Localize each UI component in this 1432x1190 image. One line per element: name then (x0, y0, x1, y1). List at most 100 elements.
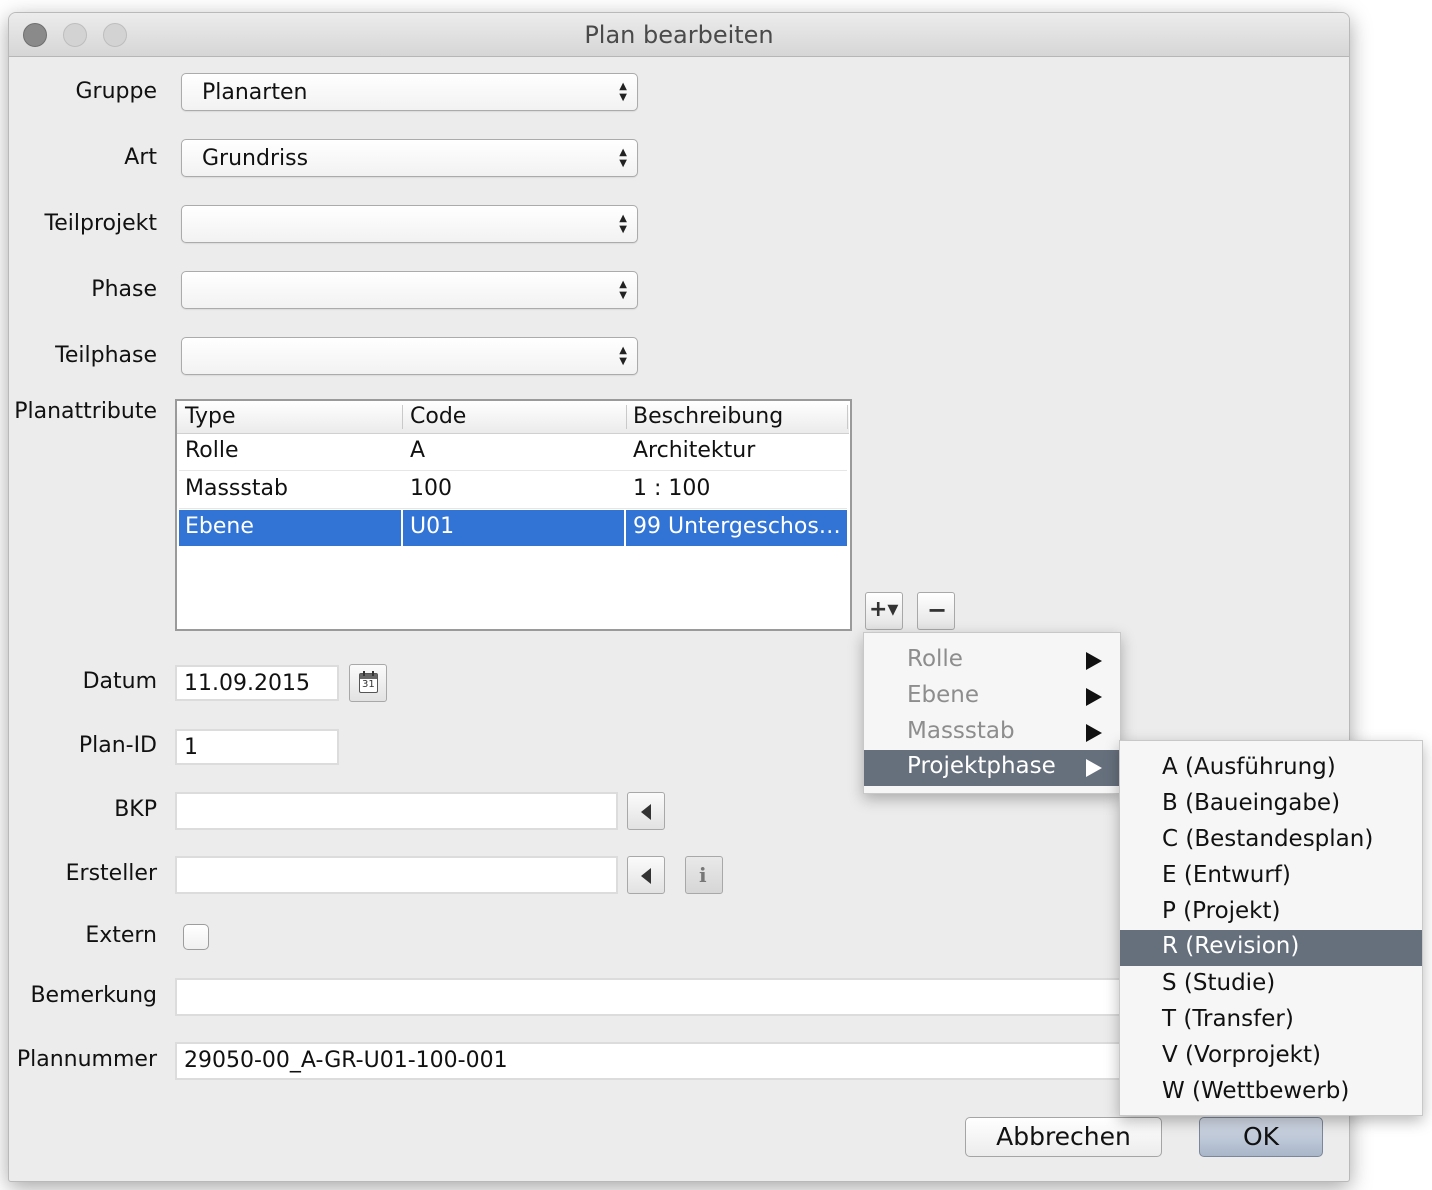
column-divider (847, 405, 848, 429)
column-header-type[interactable]: Type (185, 404, 236, 429)
gruppe-label: Gruppe (75, 79, 157, 104)
art-label: Art (124, 145, 157, 170)
bkp-select-button[interactable] (627, 792, 665, 830)
submenu-item-label: P (Projekt) (1162, 898, 1281, 924)
minus-icon: − (927, 596, 948, 624)
gruppe-select[interactable]: Planarten ▲ ▼ (181, 73, 638, 111)
cell-beschreibung: 99 Untergeschos… (633, 514, 841, 539)
submenu-item-label: W (Wettbewerb) (1162, 1078, 1350, 1104)
column-divider[interactable] (626, 405, 627, 429)
submenu-item-a[interactable]: A (Ausführung) (1120, 751, 1422, 787)
phase-label: Phase (91, 277, 157, 302)
plan-id-label: Plan-ID (78, 733, 157, 758)
cell-divider (401, 510, 403, 546)
calendar-button[interactable]: 31 (349, 664, 387, 702)
datum-value: 11.09.2015 (184, 671, 310, 696)
teilprojekt-select[interactable]: ▲ ▼ (181, 205, 638, 243)
submenu-item-label: R (Revision) (1162, 933, 1300, 959)
ok-button[interactable]: OK (1199, 1117, 1323, 1157)
ersteller-select-button[interactable] (627, 856, 665, 894)
column-divider[interactable] (402, 405, 403, 429)
menu-item-projektphase[interactable]: Projektphase (864, 750, 1120, 786)
ersteller-field[interactable] (175, 856, 618, 894)
submenu-item-r[interactable]: R (Revision) (1120, 930, 1422, 966)
bkp-label: BKP (114, 797, 157, 822)
menu-item-ebene[interactable]: Ebene (864, 679, 1120, 715)
calendar-icon: 31 (359, 671, 378, 693)
table-row-selected[interactable]: Ebene U01 99 Untergeschos… (179, 510, 847, 546)
title-bar: Plan bearbeiten (9, 13, 1349, 57)
submenu-item-c[interactable]: C (Bestandesplan) (1120, 823, 1422, 859)
submenu-item-label: E (Entwurf) (1162, 862, 1291, 888)
cell-beschreibung: 1 : 100 (633, 476, 711, 501)
select-arrows-icon: ▲ ▼ (619, 345, 627, 367)
submenu-item-w[interactable]: W (Wettbewerb) (1120, 1075, 1422, 1111)
select-arrows-icon: ▲ ▼ (619, 213, 627, 235)
submenu-item-label: S (Studie) (1162, 970, 1276, 996)
submenu-arrow-icon (1086, 652, 1102, 670)
submenu-item-label: B (Baueingabe) (1162, 790, 1341, 816)
plan-id-value: 1 (184, 735, 198, 760)
table-row[interactable]: Rolle A Architektur (179, 434, 847, 471)
info-icon: i (699, 863, 707, 887)
submenu-arrow-icon (1086, 724, 1102, 742)
teilphase-select[interactable]: ▲ ▼ (181, 337, 638, 375)
extern-label: Extern (85, 923, 157, 948)
table-header: Type Code Beschreibung (177, 401, 849, 434)
submenu-item-t[interactable]: T (Transfer) (1120, 1003, 1422, 1039)
menu-item-label: Massstab (907, 718, 1015, 744)
submenu-item-p[interactable]: P (Projekt) (1120, 895, 1422, 931)
plannummer-value: 29050-00_A-GR-U01-100-001 (184, 1048, 508, 1073)
submenu-item-label: C (Bestandesplan) (1162, 826, 1374, 852)
calendar-day: 31 (362, 679, 375, 690)
cell-code: 100 (410, 476, 452, 501)
column-header-code[interactable]: Code (410, 404, 466, 429)
plus-dropdown-icon: +▾ (869, 597, 899, 622)
column-header-beschreibung[interactable]: Beschreibung (633, 404, 783, 429)
submenu-item-s[interactable]: S (Studie) (1120, 967, 1422, 1003)
teilphase-label: Teilphase (55, 343, 157, 368)
menu-item-label: Projektphase (907, 753, 1056, 779)
gruppe-value: Planarten (202, 80, 308, 105)
cell-type: Ebene (185, 514, 254, 539)
window-title: Plan bearbeiten (584, 21, 774, 49)
planattribute-table[interactable]: Type Code Beschreibung Rolle A Architekt… (175, 399, 852, 631)
teilprojekt-label: Teilprojekt (44, 211, 157, 236)
phase-select[interactable]: ▲ ▼ (181, 271, 638, 309)
plannummer-label: Plannummer (16, 1047, 157, 1072)
ersteller-info-button[interactable]: i (685, 856, 723, 894)
datum-field[interactable]: 11.09.2015 (175, 665, 339, 701)
menu-item-rolle[interactable]: Rolle (864, 643, 1120, 679)
table-row[interactable]: Massstab 100 1 : 100 (179, 472, 847, 509)
planattribute-label: Planattribute (14, 399, 157, 424)
art-value: Grundriss (202, 146, 309, 171)
datum-label: Datum (82, 669, 157, 694)
projektphase-submenu: A (Ausführung) B (Baueingabe) C (Bestand… (1119, 740, 1423, 1116)
cell-code: U01 (410, 514, 455, 539)
submenu-item-label: V (Vorprojekt) (1162, 1042, 1321, 1068)
submenu-arrow-icon (1086, 759, 1102, 777)
cell-type: Massstab (185, 476, 288, 501)
submenu-item-v[interactable]: V (Vorprojekt) (1120, 1039, 1422, 1075)
triangle-left-icon (641, 804, 651, 820)
ersteller-label: Ersteller (65, 861, 157, 886)
add-attribute-menu: Rolle Ebene Massstab Projektphase (863, 632, 1121, 794)
menu-item-label: Ebene (907, 682, 980, 708)
submenu-item-e[interactable]: E (Entwurf) (1120, 859, 1422, 895)
menu-item-massstab[interactable]: Massstab (864, 715, 1120, 751)
submenu-arrow-icon (1086, 688, 1102, 706)
art-select[interactable]: Grundriss ▲ ▼ (181, 139, 638, 177)
select-arrows-icon: ▲ ▼ (619, 279, 627, 301)
cell-divider (624, 510, 626, 546)
remove-attribute-button[interactable]: − (917, 592, 955, 630)
submenu-item-b[interactable]: B (Baueingabe) (1120, 787, 1422, 823)
cancel-button[interactable]: Abbrechen (965, 1117, 1162, 1157)
cell-type: Rolle (185, 438, 239, 463)
add-attribute-button[interactable]: +▾ (865, 592, 903, 630)
extern-checkbox[interactable] (183, 924, 209, 950)
bkp-field[interactable] (175, 792, 618, 830)
plan-id-field[interactable]: 1 (175, 729, 339, 765)
cell-beschreibung: Architektur (633, 438, 756, 463)
bemerkung-label: Bemerkung (30, 983, 157, 1008)
triangle-left-icon (641, 868, 651, 884)
